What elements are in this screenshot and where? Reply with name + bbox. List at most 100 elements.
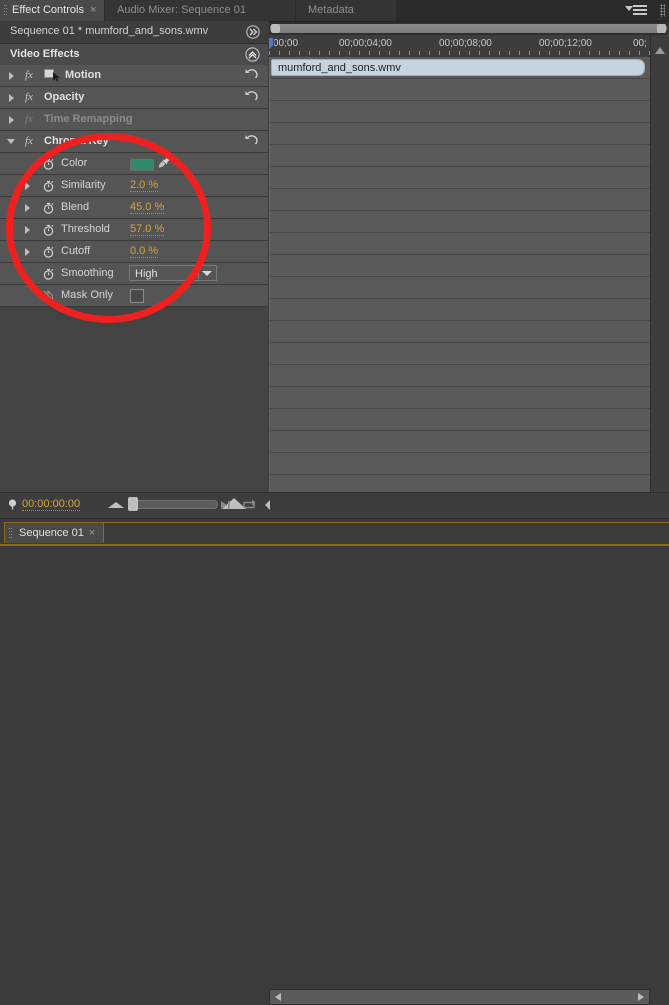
- param-row-smoothing[interactable]: Smoothing High: [0, 263, 268, 285]
- effect-name: Chroma Key: [44, 135, 109, 147]
- timeline-zoom-scrollbar[interactable]: [269, 22, 668, 35]
- timeline-ruler[interactable]: 00;00 00;00;04;00 00;00;08;00 00;00;12;0…: [269, 35, 650, 58]
- ruler-tick-label: 00;00;08;00: [439, 38, 492, 49]
- color-swatch[interactable]: [130, 159, 154, 171]
- playhead-line[interactable]: [269, 37, 274, 492]
- tab-audio-mixer[interactable]: Audio Mixer: Sequence 01: [105, 0, 295, 21]
- timeline-row: [269, 409, 650, 431]
- mask-only-checkbox[interactable]: [130, 289, 144, 303]
- keyframe-marker-icon[interactable]: [8, 499, 17, 510]
- bottom-tab-bar-filler: [95, 522, 669, 543]
- eyedropper-icon[interactable]: [157, 156, 171, 170]
- param-row-similarity[interactable]: Similarity 2.0 %: [0, 175, 268, 197]
- param-value[interactable]: 2.0 %: [130, 179, 159, 192]
- param-row-mask-only[interactable]: Mask Only: [0, 285, 268, 307]
- timeline-row: [269, 387, 650, 409]
- effect-name: Opacity: [44, 91, 85, 103]
- go-to-next-keyframe-icon[interactable]: [216, 498, 235, 512]
- collapse-left-icon[interactable]: [262, 498, 274, 512]
- clip-duration-bar[interactable]: mumford_and_sons.wmv: [271, 59, 645, 76]
- bottom-tab-sequence-01[interactable]: Sequence 01 ×: [4, 522, 105, 543]
- effect-row-time-remapping[interactable]: fx Time Remapping: [0, 109, 268, 131]
- tab-metadata[interactable]: Metadata: [296, 0, 396, 21]
- effect-parameter-list: fx Motion fx Opacity fx Time Remapping f…: [0, 65, 268, 492]
- reset-icon[interactable]: [244, 134, 258, 148]
- stopwatch-disabled-icon: [42, 289, 55, 302]
- panel-tab-bar: Effect Controls × Audio Mixer: Sequence 0…: [0, 0, 669, 22]
- timeline-row: [269, 365, 650, 387]
- stopwatch-icon[interactable]: [42, 245, 55, 258]
- playhead-marker-icon[interactable]: [269, 37, 274, 52]
- param-name: Smoothing: [61, 267, 114, 279]
- tab-grip-icon[interactable]: [9, 528, 12, 539]
- param-value[interactable]: 45.0 %: [130, 201, 165, 214]
- video-effects-header: Video Effects: [0, 44, 268, 66]
- hamburger-menu-icon[interactable]: [625, 3, 647, 18]
- zoom-slider-handle[interactable]: [128, 497, 138, 511]
- disclosure-triangle-icon[interactable]: [9, 94, 14, 102]
- disclosure-triangle-icon[interactable]: [9, 116, 14, 124]
- param-name: Mask Only: [61, 289, 113, 301]
- scroll-up-arrow-icon[interactable]: [655, 47, 665, 54]
- scroll-right-arrow-icon[interactable]: [638, 993, 644, 1001]
- param-name: Blend: [61, 201, 90, 213]
- chevron-down-icon[interactable]: [202, 271, 212, 276]
- param-row-blend[interactable]: Blend 45.0 %: [0, 197, 268, 219]
- param-name: Color: [61, 157, 88, 169]
- timeline-vertical-scrollbar[interactable]: [650, 35, 669, 492]
- tab-grip-icon[interactable]: [4, 5, 7, 16]
- param-row-threshold[interactable]: Threshold 57.0 %: [0, 219, 268, 241]
- timeline-row: [269, 299, 650, 321]
- bottom-panel-tab-bar: Sequence 01 ×: [0, 518, 669, 546]
- zoom-scroll-track[interactable]: [270, 24, 667, 33]
- disclosure-triangle-icon[interactable]: [9, 72, 14, 80]
- transform-icon: [44, 69, 60, 82]
- small-mountain-icon[interactable]: [108, 502, 124, 508]
- reset-icon[interactable]: [244, 68, 258, 82]
- close-icon[interactable]: ×: [90, 4, 96, 16]
- stopwatch-icon[interactable]: [42, 157, 55, 170]
- effect-controls-status-bar: 00:00:00:00: [0, 492, 669, 1005]
- dropdown-value: High: [135, 268, 158, 280]
- stopwatch-icon[interactable]: [42, 223, 55, 236]
- tab-effect-controls[interactable]: Effect Controls ×: [0, 0, 104, 21]
- current-timecode[interactable]: 00:00:00:00: [22, 498, 81, 511]
- stopwatch-icon[interactable]: [42, 267, 55, 280]
- effect-row-motion[interactable]: fx Motion: [0, 65, 268, 87]
- zoom-handle-right[interactable]: [657, 24, 666, 33]
- ruler-tick-label: 00;00;04;00: [339, 38, 392, 49]
- timeline-horizontal-scrollbar[interactable]: [269, 989, 650, 1005]
- bottom-accent-line: [0, 544, 669, 546]
- fx-icon: fx: [25, 113, 33, 125]
- loop-playback-icon[interactable]: [240, 498, 259, 512]
- disclosure-triangle-icon[interactable]: [25, 182, 30, 190]
- disclosure-triangle-icon[interactable]: [7, 139, 15, 144]
- param-value[interactable]: 57.0 %: [130, 223, 165, 236]
- sequence-clip-title: Sequence 01 * mumford_and_sons.wmv: [10, 25, 209, 37]
- tab-label: Metadata: [308, 4, 354, 16]
- zoom-handle-left[interactable]: [271, 24, 280, 33]
- param-row-cutoff[interactable]: Cutoff 0.0 %: [0, 241, 268, 263]
- param-name: Threshold: [61, 223, 110, 235]
- timeline-row: [269, 321, 650, 343]
- smoothing-dropdown[interactable]: High: [129, 265, 217, 281]
- disclosure-triangle-icon[interactable]: [25, 204, 30, 212]
- timeline-track-rows: [269, 57, 650, 492]
- timeline-row: [269, 123, 650, 145]
- double-chevron-up-icon[interactable]: [245, 47, 260, 62]
- ruler-tick-label: 00;00;12;00: [539, 38, 592, 49]
- zoom-slider-track[interactable]: [133, 500, 218, 509]
- double-chevron-right-icon[interactable]: [246, 25, 260, 39]
- effect-row-opacity[interactable]: fx Opacity: [0, 87, 268, 109]
- reset-icon[interactable]: [244, 90, 258, 104]
- panel-drag-grip[interactable]: [660, 4, 665, 17]
- disclosure-triangle-icon[interactable]: [25, 248, 30, 256]
- param-value[interactable]: 0.0 %: [130, 245, 159, 258]
- param-row-color[interactable]: Color: [0, 153, 268, 175]
- scroll-left-arrow-icon[interactable]: [275, 993, 281, 1001]
- disclosure-triangle-icon[interactable]: [25, 226, 30, 234]
- ruler-tick-label: 00;00: [273, 38, 299, 49]
- stopwatch-icon[interactable]: [42, 179, 55, 192]
- effect-row-chroma-key[interactable]: fx Chroma Key: [0, 131, 268, 153]
- stopwatch-icon[interactable]: [42, 201, 55, 214]
